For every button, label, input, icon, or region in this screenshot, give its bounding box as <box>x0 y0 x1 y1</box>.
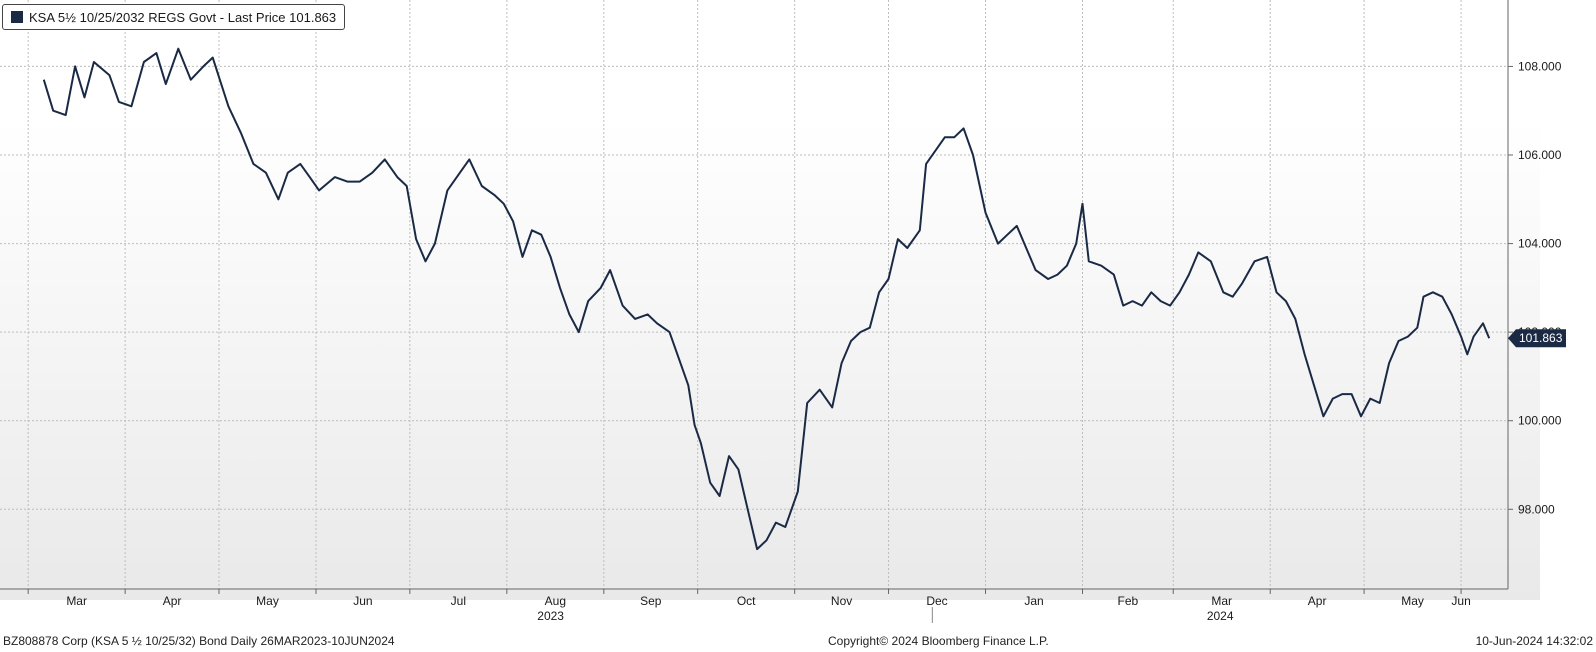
x-month-label: Apr <box>1308 594 1327 608</box>
x-month-label: Sep <box>640 594 662 608</box>
x-month-label: Aug <box>545 594 566 608</box>
x-month-label: Jun <box>1451 594 1470 608</box>
footer-copyright: Copyright© 2024 Bloomberg Finance L.P. <box>828 634 1049 648</box>
x-year-label: 2024 <box>1207 609 1234 623</box>
x-month-label: Feb <box>1118 594 1139 608</box>
footer-security-info: BZ808878 Corp (KSA 5 ½ 10/25/32) Bond Da… <box>3 634 395 648</box>
legend-swatch <box>11 11 23 23</box>
chart-legend: KSA 5½ 10/25/2032 REGS Govt - Last Price… <box>2 4 346 30</box>
y-tick-label: 106.000 <box>1518 148 1562 162</box>
x-month-label: Apr <box>163 594 182 608</box>
y-tick-label: 100.000 <box>1518 414 1562 428</box>
price-line <box>42 47 1491 551</box>
x-month-label: Mar <box>66 594 87 608</box>
x-month-label: Jan <box>1024 594 1043 608</box>
legend-label: KSA 5½ 10/25/2032 REGS Govt - Last Price… <box>29 9 337 25</box>
y-tick-label: 98.000 <box>1518 502 1555 516</box>
footer-timestamp: 10-Jun-2024 14:32:02 <box>1475 634 1593 648</box>
y-tick-label: 104.000 <box>1518 237 1562 251</box>
y-tick-label: 108.000 <box>1518 59 1562 73</box>
price-chart: 98.000100.000102.000104.000106.000108.00… <box>0 0 1566 623</box>
x-month-label: Mar <box>1211 594 1232 608</box>
x-year-label: 2023 <box>537 609 564 623</box>
x-month-label: May <box>1401 594 1424 608</box>
x-month-label: Nov <box>831 594 852 608</box>
x-month-label: Dec <box>926 594 947 608</box>
x-month-label: May <box>256 594 279 608</box>
x-month-label: Jul <box>451 594 466 608</box>
x-month-label: Oct <box>737 594 756 608</box>
last-price-label: 101.863 <box>1519 331 1563 345</box>
x-month-label: Jun <box>353 594 372 608</box>
